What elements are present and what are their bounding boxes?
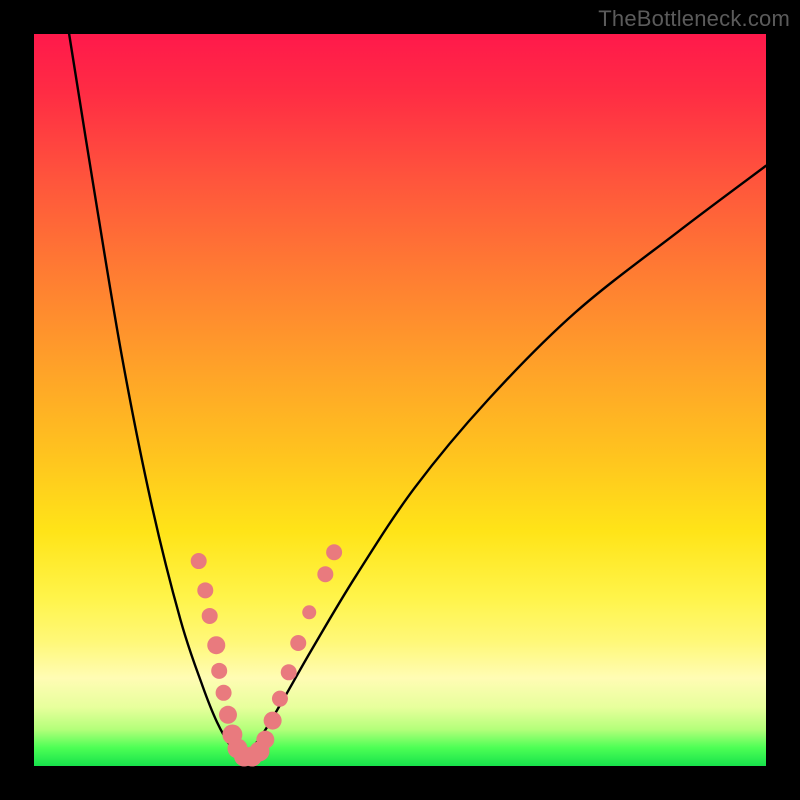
watermark-text: TheBottleneck.com bbox=[598, 6, 790, 32]
data-marker bbox=[317, 566, 333, 582]
data-marker bbox=[219, 706, 237, 724]
data-marker bbox=[264, 712, 282, 730]
data-marker bbox=[216, 685, 232, 701]
data-marker bbox=[256, 731, 274, 749]
data-marker bbox=[290, 635, 306, 651]
data-marker bbox=[272, 691, 288, 707]
chart-svg bbox=[34, 34, 766, 766]
data-marker bbox=[302, 605, 316, 619]
data-marker bbox=[197, 582, 213, 598]
plot-area bbox=[34, 34, 766, 766]
data-marker bbox=[202, 608, 218, 624]
bottleneck-curve-right-branch bbox=[243, 166, 766, 759]
data-marker bbox=[191, 553, 207, 569]
marker-layer bbox=[191, 544, 342, 766]
data-marker bbox=[326, 544, 342, 560]
data-marker bbox=[211, 663, 227, 679]
outer-frame: TheBottleneck.com bbox=[0, 0, 800, 800]
curve-layer bbox=[69, 34, 766, 759]
data-marker bbox=[207, 636, 225, 654]
data-marker bbox=[281, 664, 297, 680]
